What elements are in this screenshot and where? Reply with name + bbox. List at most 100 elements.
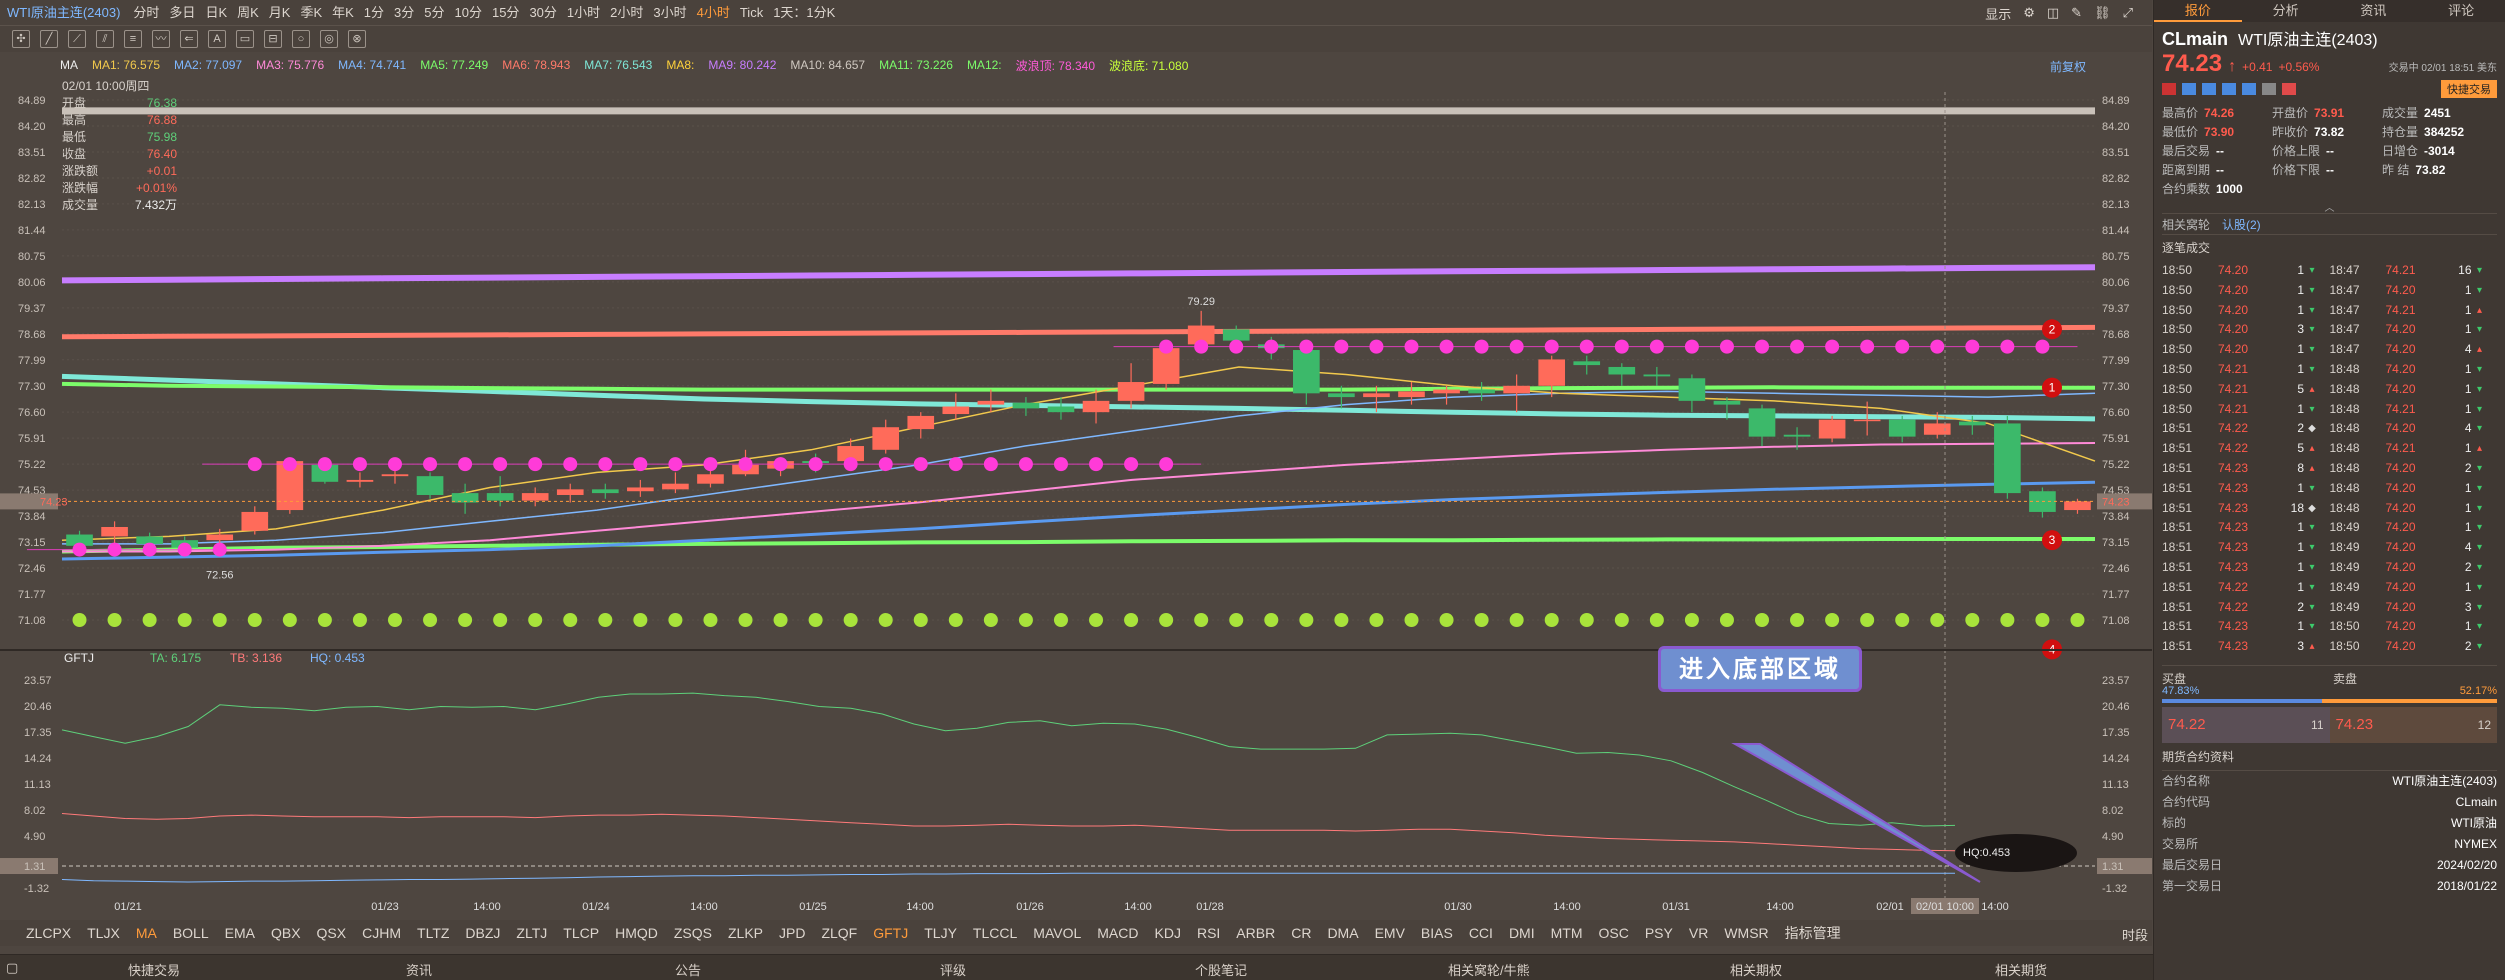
indicator-tab[interactable]: KDJ <box>1147 925 1189 941</box>
period-18[interactable]: 1天：1分K <box>768 0 840 26</box>
period-5[interactable]: 季K <box>295 0 327 26</box>
indicator-tab[interactable]: EMA <box>217 925 263 941</box>
quote-tab[interactable]: 评论 <box>2417 0 2505 22</box>
period-17[interactable]: Tick <box>735 0 768 26</box>
indicator-tab[interactable]: CR <box>1283 925 1319 941</box>
indicator-tab[interactable]: TLJY <box>916 925 965 941</box>
period-3[interactable]: 周K <box>232 0 264 26</box>
period-4[interactable]: 月K <box>264 0 296 26</box>
period-8[interactable]: 3分 <box>389 0 419 26</box>
related-warrants[interactable]: 相关窝轮 <box>2162 216 2210 233</box>
bottom-tab[interactable]: 相关期权 <box>1730 960 1782 979</box>
period-13[interactable]: 1小时 <box>562 0 605 26</box>
indicator-tab[interactable]: TLCP <box>555 925 607 941</box>
indicator-tab[interactable]: PSY <box>1637 925 1681 941</box>
period-2[interactable]: 日K <box>200 0 232 26</box>
period-10[interactable]: 10分 <box>450 0 487 26</box>
indicator-tab[interactable]: MA <box>128 925 165 941</box>
circle-tool-icon[interactable]: ○ <box>292 30 310 48</box>
period-16[interactable]: 4小时 <box>692 0 735 26</box>
quick-trade-button[interactable]: 快捷交易 <box>2441 80 2497 98</box>
period-12[interactable]: 30分 <box>524 0 561 26</box>
period-11[interactable]: 15分 <box>487 0 524 26</box>
indicator-tab[interactable]: TLTZ <box>409 925 457 941</box>
indicator-tab[interactable]: TLJX <box>79 925 128 941</box>
indicator-tab[interactable]: ZSQS <box>666 925 720 941</box>
gear-icon[interactable]: ⚙ <box>2023 5 2035 21</box>
expand-icon[interactable]: ⤢ <box>2123 5 2133 21</box>
bottom-tab[interactable]: 评级 <box>940 960 966 979</box>
sub-title[interactable]: GFTJ <box>64 651 94 665</box>
fib-tool-icon[interactable]: ≡ <box>124 30 142 48</box>
tick-list[interactable]: 18:50 74.20 1 ▾ 18:47 74.21 16 ▾ 18:50 74.20 1 ▾ 18:… <box>2162 261 2497 657</box>
indicator-tab[interactable]: BIAS <box>1413 925 1461 941</box>
indicator-tab[interactable]: DMA <box>1319 925 1366 941</box>
wave-tool-icon[interactable]: 〰 <box>152 30 170 48</box>
period-0[interactable]: 分时 <box>128 0 164 26</box>
link-icon[interactable]: ⛓ <box>2094 5 2111 21</box>
bottom-tab[interactable]: 资讯 <box>406 960 432 979</box>
period-6[interactable]: 年K <box>327 0 359 26</box>
collapse-icon[interactable]: ︿ <box>2162 199 2497 214</box>
bottom-tab[interactable]: 相关期货 <box>1995 960 2047 979</box>
indicator-tab[interactable]: ZLQF <box>813 925 865 941</box>
indicator-tab[interactable]: BOLL <box>165 925 217 941</box>
indicator-tab[interactable]: ZLKP <box>720 925 771 941</box>
indicator-tab[interactable]: JPD <box>771 925 813 941</box>
indicator-tab[interactable]: HMQD <box>607 925 666 941</box>
crosshair-icon[interactable]: ✣ <box>12 30 30 48</box>
panel-toggle-icon[interactable]: ▢ <box>6 960 18 976</box>
bottom-tab[interactable]: 个股笔记 <box>1195 960 1247 979</box>
indicator-tab[interactable]: ZLCPX <box>18 925 79 941</box>
indicator-tab[interactable]: 指标管理 <box>1777 923 1849 943</box>
camera-icon[interactable]: ◫ <box>2047 5 2059 21</box>
delete-icon[interactable]: ⊗ <box>348 30 366 48</box>
indicator-tab[interactable]: MAVOL <box>1025 925 1089 941</box>
indicator-tab[interactable]: QSX <box>309 925 355 941</box>
heart-icon[interactable] <box>2282 83 2296 95</box>
lock-icon[interactable]: ◎ <box>320 30 338 48</box>
related-options[interactable]: 认股(2) <box>2222 216 2261 233</box>
chart-area[interactable]: 84.89 84.89 84.20 84.20 83.51 83.51 82.82 82.82… <box>0 52 2152 917</box>
indicator-tab[interactable]: TLCCL <box>965 925 1025 941</box>
indicator-tab[interactable]: MTM <box>1543 925 1591 941</box>
indicator-tab[interactable]: ZLTJ <box>508 925 555 941</box>
indicator-tab[interactable]: CCI <box>1461 925 1501 941</box>
bottom-tab[interactable]: 公告 <box>675 960 701 979</box>
session-button[interactable]: 时段 <box>2122 925 2148 944</box>
period-14[interactable]: 2小时 <box>605 0 648 26</box>
sub-legend-item[interactable]: TB: 3.136 <box>230 651 282 665</box>
indicator-tab[interactable]: MACD <box>1089 925 1146 941</box>
indicator-tab[interactable]: EMV <box>1367 925 1413 941</box>
sub-legend-item[interactable]: TA: 6.175 <box>150 651 201 665</box>
period-7[interactable]: 1分 <box>359 0 389 26</box>
bottom-tab[interactable]: 相关窝轮/牛熊 <box>1448 960 1530 979</box>
sub-legend-item[interactable]: HQ: 0.453 <box>310 651 365 665</box>
indicator-tab[interactable]: ARBR <box>1228 925 1283 941</box>
pen-icon[interactable]: ✎ <box>2071 5 2082 21</box>
indicator-tab[interactable]: WMSR <box>1716 925 1776 941</box>
quote-tab[interactable]: 报价 <box>2154 0 2242 22</box>
indicator-tab[interactable]: QBX <box>263 925 309 941</box>
indicator-tab[interactable]: OSC <box>1591 925 1637 941</box>
quote-tab[interactable]: 资讯 <box>2330 0 2418 22</box>
symbol-title[interactable]: WTI原油主连(2403) <box>2 0 128 26</box>
comment-tool-icon[interactable]: ▭ <box>236 30 254 48</box>
indicator-tab[interactable]: RSI <box>1189 925 1228 941</box>
indicator-tab[interactable]: VR <box>1681 925 1716 941</box>
line-tool-icon[interactable]: ╱ <box>40 30 58 48</box>
indicator-tab[interactable]: GFTJ <box>865 925 916 941</box>
bottom-tab[interactable]: 快捷交易 <box>128 960 180 979</box>
channel-tool-icon[interactable]: ⫽ <box>96 30 114 48</box>
indicator-tab[interactable]: DMI <box>1501 925 1543 941</box>
period-15[interactable]: 3小时 <box>648 0 691 26</box>
quote-tab[interactable]: 分析 <box>2242 0 2330 22</box>
period-1[interactable]: 多日 <box>164 0 200 26</box>
text-tool-icon[interactable]: A <box>208 30 226 48</box>
ray-tool-icon[interactable]: ⟋ <box>68 30 86 48</box>
period-9[interactable]: 5分 <box>419 0 449 26</box>
indicator-tab[interactable]: DBZJ <box>457 925 508 941</box>
indicator-tab[interactable]: CJHM <box>354 925 409 941</box>
display-menu[interactable]: 显示 <box>1985 4 2011 23</box>
measure-tool-icon[interactable]: ⊟ <box>264 30 282 48</box>
